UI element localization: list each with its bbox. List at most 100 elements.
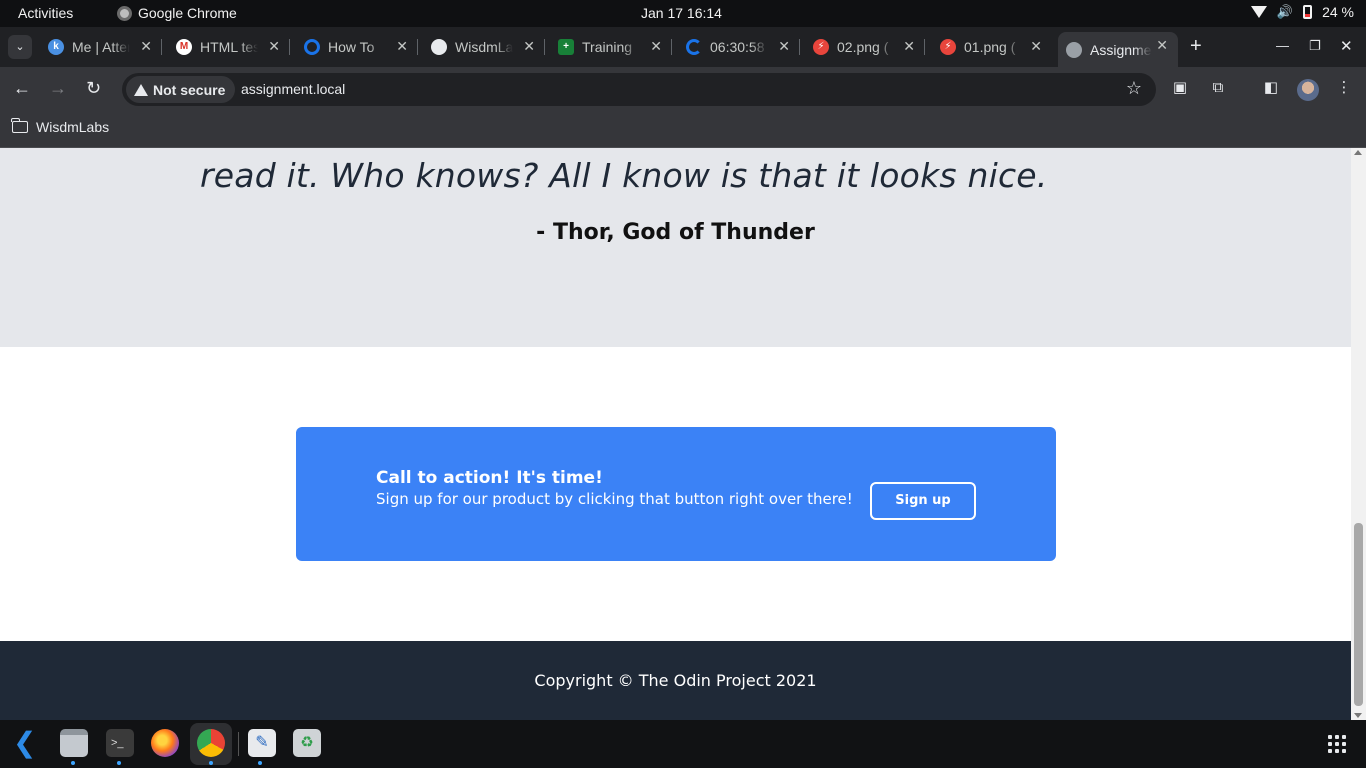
running-indicator bbox=[258, 761, 262, 765]
close-tab-icon[interactable]: ✕ bbox=[778, 38, 790, 55]
url-text[interactable]: assignment.local bbox=[241, 81, 345, 97]
tab[interactable]: ⚡ 02.png ( ✕ bbox=[813, 33, 925, 61]
image-tab-icon: ⚡ bbox=[813, 39, 829, 55]
folder-icon bbox=[11, 118, 28, 133]
firefox-icon[interactable] bbox=[151, 729, 179, 757]
close-window-icon[interactable]: ✕ bbox=[1340, 37, 1353, 55]
scrollbar-thumb[interactable] bbox=[1354, 523, 1363, 706]
timer-icon bbox=[686, 39, 702, 55]
close-tab-icon[interactable]: ✕ bbox=[1156, 37, 1168, 54]
tab-divider bbox=[799, 39, 800, 55]
cta-title: Call to action! It's time! bbox=[376, 468, 603, 488]
cta-subtitle: Sign up for our product by clicking that… bbox=[376, 490, 853, 508]
tab[interactable]: How To ✕ bbox=[304, 33, 418, 61]
new-tab-button[interactable]: + bbox=[1190, 36, 1202, 56]
tab-title: How To bbox=[328, 39, 375, 55]
tab-search-button[interactable]: ⌄ bbox=[8, 35, 32, 59]
extensions-puzzle-icon[interactable]: ⧉ bbox=[1209, 79, 1227, 97]
close-tab-icon[interactable]: ✕ bbox=[396, 38, 408, 55]
battery-icon bbox=[1303, 5, 1313, 19]
page-scrollbar[interactable] bbox=[1351, 148, 1366, 720]
security-label: Not secure bbox=[153, 81, 226, 98]
tab-divider bbox=[289, 39, 290, 55]
tab-divider bbox=[161, 39, 162, 55]
github-icon bbox=[431, 39, 447, 55]
app-menu[interactable]: Google Chrome bbox=[117, 5, 237, 21]
tab[interactable]: + Training ✕ bbox=[558, 33, 672, 61]
tab[interactable]: ⚡ 01.png ( ✕ bbox=[940, 33, 1042, 61]
tab-title: Me | Attendance bbox=[72, 39, 130, 55]
dock-divider bbox=[238, 732, 239, 756]
browser-toolbar: ← → ↻ Not secure assignment.local ☆ ▣ ⧉ … bbox=[0, 67, 1366, 112]
close-tab-icon[interactable]: ✕ bbox=[1030, 38, 1042, 55]
activities-button[interactable]: Activities bbox=[18, 5, 73, 21]
tab[interactable]: 06:30:58 ✕ bbox=[686, 33, 800, 61]
sign-up-button[interactable]: Sign up bbox=[870, 482, 976, 520]
image-tab-icon: ⚡ bbox=[940, 39, 956, 55]
tab-favicon-icon: k bbox=[48, 39, 64, 55]
tab-title: Training bbox=[582, 39, 633, 55]
forward-arrow-icon[interactable]: → bbox=[49, 79, 67, 97]
copyright-text: Copyright © The Odin Project 2021 bbox=[534, 671, 817, 690]
restore-icon[interactable]: ❐ bbox=[1309, 38, 1321, 54]
menu-kebab-icon[interactable]: ⋮ bbox=[1335, 79, 1353, 97]
tab-divider bbox=[924, 39, 925, 55]
address-bar[interactable]: Not secure assignment.local ☆ bbox=[122, 73, 1156, 106]
close-tab-icon[interactable]: ✕ bbox=[903, 38, 915, 55]
tab-divider bbox=[671, 39, 672, 55]
bookmark-star-icon[interactable]: ☆ bbox=[1126, 78, 1142, 99]
call-to-action-box: Call to action! It's time! Sign up for o… bbox=[296, 427, 1056, 561]
profile-avatar[interactable] bbox=[1297, 79, 1319, 101]
minimize-icon[interactable]: — bbox=[1276, 38, 1289, 53]
chrome-app-icon bbox=[117, 5, 132, 21]
site-info-button[interactable]: Not secure bbox=[126, 76, 236, 103]
quote-text: read it. Who knows? All I know is that i… bbox=[200, 156, 1048, 195]
dock: ❮ >_ ✎ ♻ bbox=[0, 720, 1366, 768]
tab[interactable]: M HTML tests ✕ bbox=[176, 33, 290, 61]
text-editor-icon[interactable]: ✎ bbox=[248, 729, 276, 757]
tab-title: 01.png ( bbox=[964, 39, 1016, 55]
side-panel-icon[interactable]: ◧ bbox=[1262, 79, 1280, 97]
wifi-icon bbox=[1250, 6, 1267, 18]
trash-icon[interactable]: ♻ bbox=[293, 729, 321, 757]
tab-title: Assignment bbox=[1090, 41, 1152, 58]
clock[interactable]: Jan 17 16:14 bbox=[641, 5, 722, 21]
tab[interactable]: WisdmLabs ✕ bbox=[431, 33, 545, 61]
tab-title: 02.png ( bbox=[837, 39, 889, 55]
chrome-icon[interactable] bbox=[197, 729, 225, 757]
system-tray[interactable]: 🔊 24 % bbox=[1250, 4, 1354, 20]
tab-title: 06:30:58 bbox=[710, 39, 765, 55]
page-viewport: read it. Who knows? All I know is that i… bbox=[0, 148, 1351, 720]
globe-icon bbox=[1066, 41, 1082, 58]
terminal-icon[interactable]: >_ bbox=[106, 729, 134, 757]
tab-title: WisdmLabs bbox=[455, 39, 513, 55]
volume-icon: 🔊 bbox=[1276, 4, 1294, 19]
extension-note-icon[interactable]: ▣ bbox=[1171, 79, 1189, 97]
tab-divider bbox=[417, 39, 418, 55]
reload-icon[interactable]: ↻ bbox=[86, 79, 101, 97]
close-tab-icon[interactable]: ✕ bbox=[523, 38, 535, 55]
quote-section: read it. Who knows? All I know is that i… bbox=[0, 148, 1351, 347]
scroll-up-arrow-icon[interactable] bbox=[1354, 150, 1362, 155]
system-top-bar: Activities Google Chrome Jan 17 16:14 🔊 … bbox=[0, 0, 1366, 27]
scroll-down-arrow-icon[interactable] bbox=[1354, 713, 1362, 718]
vscode-icon[interactable]: ❮ bbox=[13, 729, 41, 757]
show-apps-grid-icon[interactable] bbox=[1328, 735, 1346, 753]
close-tab-icon[interactable]: ✕ bbox=[140, 38, 152, 55]
warning-icon bbox=[134, 83, 148, 96]
running-indicator bbox=[209, 761, 213, 765]
close-tab-icon[interactable]: ✕ bbox=[268, 38, 280, 55]
bookmark-label: WisdmLabs bbox=[36, 119, 110, 135]
bookmarks-bar: WisdmLabs bbox=[0, 112, 1366, 148]
tab-active[interactable]: Assignment ✕ bbox=[1058, 32, 1178, 67]
files-icon[interactable] bbox=[60, 729, 88, 757]
tab-divider bbox=[544, 39, 545, 55]
bookmark-folder[interactable]: WisdmLabs bbox=[11, 118, 110, 135]
tab-favicon-icon bbox=[304, 39, 320, 55]
back-arrow-icon[interactable]: ← bbox=[13, 79, 31, 97]
close-tab-icon[interactable]: ✕ bbox=[650, 38, 662, 55]
tab[interactable]: k Me | Attendance ✕ bbox=[48, 33, 162, 61]
tab-title: HTML tests bbox=[200, 39, 258, 55]
app-name: Google Chrome bbox=[138, 5, 237, 21]
battery-percent: 24 % bbox=[1322, 4, 1354, 20]
